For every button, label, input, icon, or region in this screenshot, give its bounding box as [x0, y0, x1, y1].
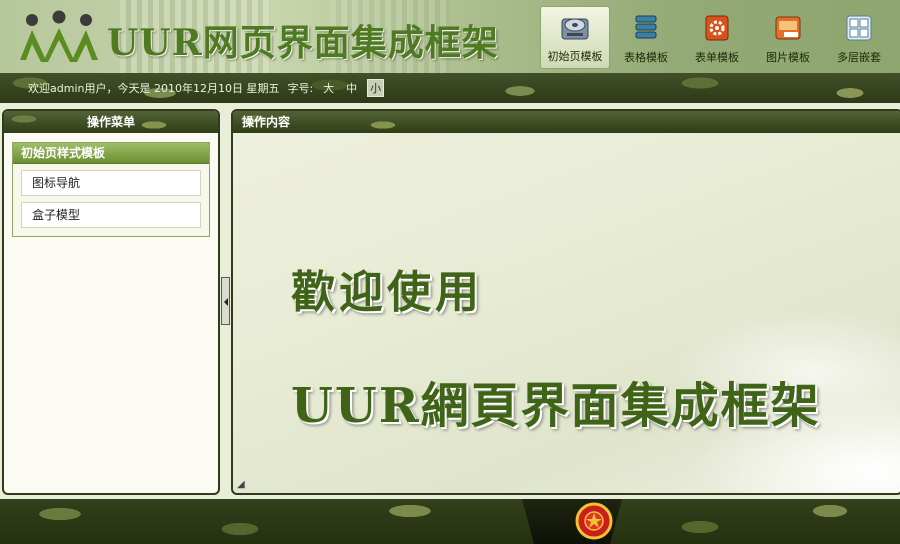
welcome-heading: 歡迎使用: [291, 267, 483, 318]
nav-label: 图片模板: [766, 51, 810, 64]
menu-item-box-model[interactable]: 盒子模型: [21, 202, 201, 228]
top-nav: 初始页模板 表格模板 表单模板 图片模板 多层嵌套: [540, 6, 895, 69]
nav-image-template[interactable]: 图片模板: [753, 6, 823, 69]
font-size-large[interactable]: 大: [321, 80, 336, 96]
logo-people-icon: [20, 10, 98, 62]
app-title: UUR网页界面集成框架: [107, 22, 499, 64]
nav-home-template[interactable]: 初始页模板: [540, 6, 610, 69]
nav-nested-layout[interactable]: 多层嵌套: [824, 6, 894, 69]
font-size-small[interactable]: 小: [367, 79, 385, 97]
nav-form-template[interactable]: 表单模板: [682, 6, 752, 69]
nav-label: 多层嵌套: [837, 51, 881, 64]
resize-corner-icon: ◢: [237, 479, 245, 490]
greeting-text: 欢迎admin用户，今天是 2010年12月10日 星期五: [28, 82, 280, 95]
menu-item-icon-nav[interactable]: 图标导航: [21, 170, 201, 196]
content-panel: 操作内容 歡迎使用 UUR網頁界面集成框架 ◢: [231, 109, 900, 495]
sidebar-collapse-handle[interactable]: [221, 277, 230, 325]
national-emblem-icon: [575, 502, 613, 540]
font-size-medium[interactable]: 中: [344, 80, 359, 96]
gear-icon: [705, 15, 729, 41]
nav-label: 初始页模板: [547, 50, 603, 63]
font-size-label: 字号:: [287, 82, 314, 95]
nav-label: 表格模板: [624, 51, 668, 64]
footer: [0, 499, 900, 544]
sidebar-title: 操作菜单: [4, 111, 218, 133]
content-title: 操作内容: [233, 111, 900, 133]
nav-table-template[interactable]: 表格模板: [611, 6, 681, 69]
grid-window-icon: [846, 15, 872, 41]
png-image-icon: [775, 16, 801, 40]
header: UUR网页界面集成框架 初始页模板 表格模板 表单模板 图片模板 多层嵌套: [0, 0, 900, 73]
disk-icon: [561, 18, 589, 40]
welcome-subheading: UUR網頁界面集成框架: [291, 378, 821, 434]
info-bar: 欢迎admin用户，今天是 2010年12月10日 星期五 字号: 大 中 小: [0, 73, 900, 103]
nav-label: 表单模板: [695, 51, 739, 64]
menu-group-title[interactable]: 初始页样式模板: [13, 143, 209, 164]
sidebar: 操作菜单 初始页样式模板 图标导航 盒子模型: [2, 109, 220, 495]
menu-group: 初始页样式模板 图标导航 盒子模型: [12, 142, 210, 237]
database-icon: [635, 15, 657, 39]
